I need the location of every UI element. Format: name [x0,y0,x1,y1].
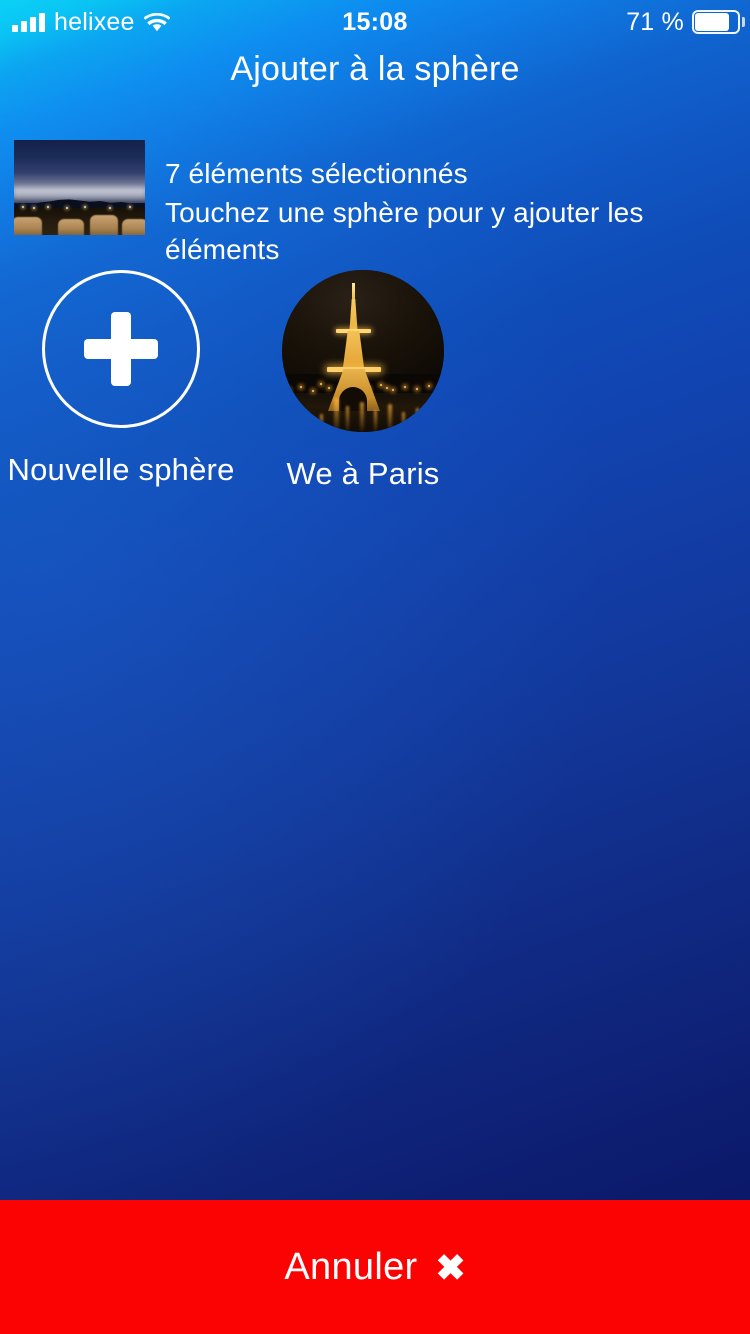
selection-hint-label: Touchez une sphère pour y ajouter les él… [165,196,644,265]
plus-icon [84,312,158,386]
close-x-icon: ✖ [435,1247,466,1288]
sphere-list: Nouvelle sphère We à Paris [0,270,750,492]
new-sphere-button[interactable] [42,270,200,428]
sphere-item-new[interactable]: Nouvelle sphère [0,270,246,492]
sphere-label-we-a-paris: We à Paris [286,456,440,491]
selected-media-thumbnail [14,140,145,235]
status-bar-right: 71 % [626,7,745,37]
battery-percent-label: 71 % [626,7,684,36]
selected-count-label: 7 éléments sélectionnés [165,158,468,189]
cancel-button-label: Annuler [284,1245,418,1288]
page-title: Ajouter à la sphère [230,50,520,88]
sphere-label-new: Nouvelle sphère [7,452,235,487]
eiffel-tower-photo [326,283,382,411]
sphere-thumbnail-we-a-paris[interactable] [282,270,444,432]
battery-icon [692,10,745,34]
sphere-item-we-a-paris[interactable]: We à Paris [238,270,488,492]
add-to-sphere-screen: helixee 15:08 71 % Ajouter à la sphère 7… [0,0,750,1334]
cancel-button[interactable]: Annuler ✖ [0,1200,750,1334]
selection-text: 7 éléments sélectionnés Touchez une sphè… [165,140,750,269]
selection-summary: 7 éléments sélectionnés Touchez une sphè… [14,140,750,269]
status-bar: helixee 15:08 71 % [0,0,750,44]
